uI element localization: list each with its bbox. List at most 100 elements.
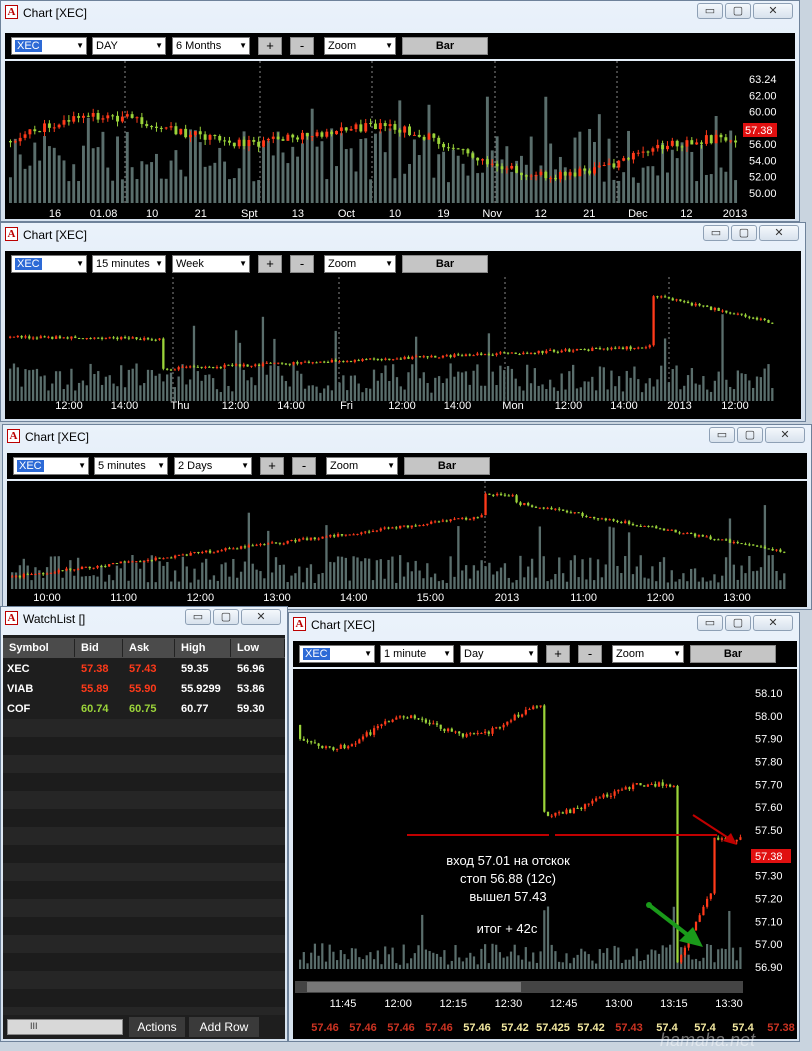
column-header-high[interactable]: High [175, 639, 231, 657]
maximize-button[interactable]: ▢ [213, 609, 239, 625]
volume-bar [97, 371, 100, 401]
close-button[interactable]: ✕ [765, 427, 805, 443]
candle-body [686, 301, 690, 304]
candle-body [663, 296, 667, 298]
zoom-dropdown[interactable]: Zoom ▼ [324, 37, 396, 55]
watchlist-row[interactable]: COF 60.74 60.75 60.77 59.30 [3, 699, 283, 719]
close-button[interactable]: ✕ [759, 225, 799, 241]
volume-bar [192, 325, 196, 401]
volume-bar [417, 155, 421, 203]
maximize-button[interactable]: ▢ [725, 3, 751, 19]
title-bar[interactable]: A Chart [XEC] ▭ ▢ ✕ [1, 1, 799, 23]
volume-bar [581, 559, 584, 589]
volume-bar [23, 168, 27, 203]
candle-body [120, 337, 123, 340]
volume-bar [406, 963, 409, 969]
volume-bar [763, 368, 766, 401]
bar-type-button[interactable]: Bar [402, 37, 488, 55]
volume-bar [130, 167, 134, 203]
zoom-dropdown[interactable]: Zoom ▼ [324, 255, 396, 273]
x-tick-label: 10 [389, 208, 401, 219]
title-bar[interactable]: A Chart [XEC] ▭ ▢ ✕ [3, 425, 811, 447]
minimize-button[interactable]: ▭ [697, 615, 723, 631]
interval-dropdown[interactable]: 15 minutes ▼ [92, 255, 166, 273]
zoom-in-button[interactable]: + [546, 645, 570, 663]
zoom-in-button[interactable]: + [260, 457, 284, 475]
symbol-dropdown[interactable]: XEC ▼ [299, 645, 375, 663]
candle-body [422, 524, 425, 526]
close-button[interactable]: ✕ [241, 609, 281, 625]
volume-bar [224, 562, 227, 589]
candle-body [80, 566, 84, 570]
watchlist-row[interactable]: VIAB 55.89 55.90 55.9299 53.86 [3, 679, 283, 699]
maximize-button[interactable]: ▢ [725, 615, 751, 631]
maximize-button[interactable]: ▢ [731, 225, 757, 241]
zoom-out-button[interactable]: - [292, 457, 316, 475]
x-tick-label: 2013 [723, 208, 747, 219]
volume-bar [255, 569, 258, 589]
range-dropdown[interactable]: 6 Months ▼ [172, 37, 250, 55]
candle-body [388, 358, 391, 361]
scroll-thumb-icon[interactable]: III [30, 1021, 38, 1031]
price-chart-15min[interactable]: 12:00 14:00 Thu 12:00 14:00 Fri 12:00 14:00 Mon 1… [5, 277, 801, 419]
chevron-down-icon: ▼ [443, 649, 451, 658]
volume-bar [432, 177, 436, 203]
add-row-button[interactable]: Add Row [189, 1017, 259, 1037]
volume-bar [713, 380, 717, 401]
title-bar[interactable]: A WatchList [] ▭ ▢ ✕ [1, 607, 287, 629]
close-button[interactable]: ✕ [753, 3, 793, 19]
volume-bar [602, 952, 605, 969]
column-header-symbol[interactable]: Symbol [3, 639, 75, 657]
range-dropdown[interactable]: 2 Days ▼ [174, 457, 252, 475]
price-chart-daily[interactable]: 16 01.08 10 21 Spt 13 Oct 10 19 Nov 12 21 Dec 12 2013 6… [5, 61, 795, 219]
interval-dropdown[interactable]: DAY ▼ [92, 37, 166, 55]
zoom-out-button[interactable]: - [290, 255, 314, 273]
minimize-button[interactable]: ▭ [709, 427, 735, 443]
symbol-dropdown[interactable]: XEC ▼ [13, 457, 89, 475]
bar-type-button[interactable]: Bar [690, 645, 776, 663]
horizontal-scrollbar[interactable]: III [7, 1019, 123, 1035]
candle-body [300, 362, 303, 364]
symbol-dropdown[interactable]: XEC ▼ [11, 37, 87, 55]
bar-type-button[interactable]: Bar [404, 457, 490, 475]
candle-body [127, 337, 131, 339]
minimize-button[interactable]: ▭ [185, 609, 211, 625]
volume-bar [135, 562, 138, 589]
volume-bar [714, 116, 718, 203]
candle-body [602, 165, 606, 167]
volume-bar [693, 568, 697, 589]
volume-bar [365, 955, 368, 969]
close-button[interactable]: ✕ [753, 615, 793, 631]
zoom-out-button[interactable]: - [290, 37, 314, 55]
price-chart-5min[interactable]: 10:00 11:00 12:00 13:00 14:00 15:00 2013 11:00 1… [7, 481, 807, 607]
volume-bar [100, 565, 103, 589]
price-chart-1min[interactable]: 58.1058.0057.9057.8057.7057.6057.5057.40… [293, 669, 797, 1039]
volume-bar [577, 577, 580, 589]
maximize-button[interactable]: ▢ [737, 427, 763, 443]
volume-bar [257, 366, 261, 401]
minimize-button[interactable]: ▭ [697, 3, 723, 19]
actions-button[interactable]: Actions [129, 1017, 185, 1037]
volume-bar [388, 381, 391, 401]
title-bar[interactable]: A Chart [XEC] ▭ ▢ ✕ [1, 223, 805, 245]
volume-bar [326, 385, 330, 401]
minimize-button[interactable]: ▭ [703, 225, 729, 241]
column-header-ask[interactable]: Ask [123, 639, 175, 657]
candle-body [91, 112, 95, 117]
zoom-out-button[interactable]: - [578, 645, 602, 663]
range-dropdown[interactable]: Week ▼ [172, 255, 250, 273]
zoom-in-button[interactable]: + [258, 37, 282, 55]
column-header-bid[interactable]: Bid [75, 639, 123, 657]
zoom-in-button[interactable]: + [258, 255, 282, 273]
interval-dropdown[interactable]: 1 minute ▼ [380, 645, 454, 663]
range-dropdown[interactable]: Day ▼ [460, 645, 538, 663]
symbol-dropdown[interactable]: XEC ▼ [11, 255, 87, 273]
candle-body [568, 349, 571, 352]
bar-type-button[interactable]: Bar [402, 255, 488, 273]
zoom-dropdown[interactable]: Zoom ▼ [612, 645, 684, 663]
watchlist-row[interactable]: XEC 57.38 57.43 59.35 56.96 [3, 659, 283, 679]
column-header-low[interactable]: Low [231, 639, 285, 657]
title-bar[interactable]: A Chart [XEC] ▭ ▢ ✕ [289, 613, 799, 635]
interval-dropdown[interactable]: 5 minutes ▼ [94, 457, 168, 475]
zoom-dropdown[interactable]: Zoom ▼ [326, 457, 398, 475]
